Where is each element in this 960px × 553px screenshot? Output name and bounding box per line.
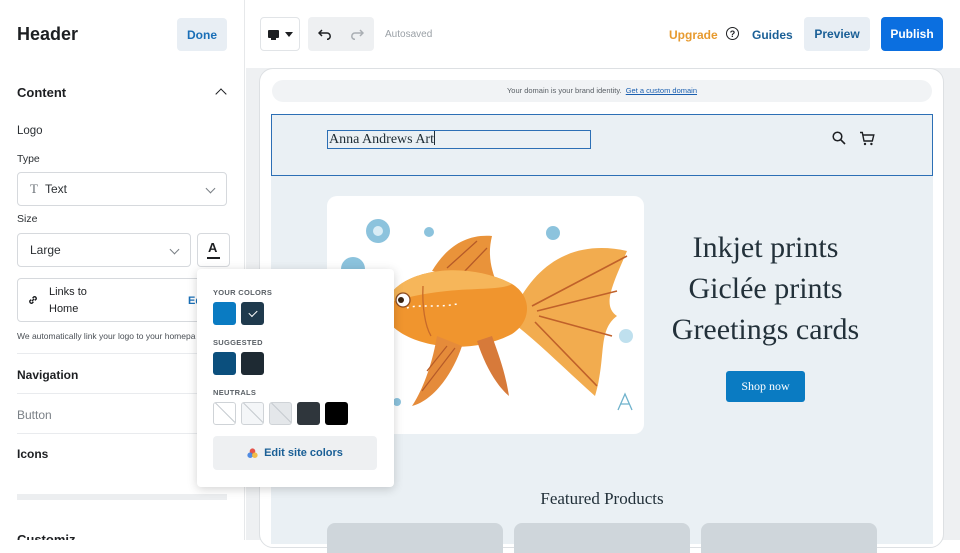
color-swatch[interactable] — [241, 352, 264, 375]
logo-label: Logo — [17, 125, 43, 137]
chevron-down-icon — [205, 183, 216, 194]
done-button[interactable]: Done — [177, 18, 227, 51]
links-to-value: Home — [49, 303, 79, 315]
neutrals-label: NEUTRALS — [213, 388, 257, 397]
customize-section-title[interactable]: Customiz — [17, 532, 76, 540]
hero-line: Inkjet prints — [692, 231, 839, 264]
links-to-label: Links to — [49, 286, 87, 298]
content-section-title: Content — [17, 85, 67, 100]
edit-site-colors-label: Edit site colors — [264, 447, 343, 459]
text-color-icon: A — [208, 240, 218, 255]
domain-banner: Your domain is your brand identity. Get … — [272, 80, 932, 102]
text-color-underline — [207, 257, 220, 259]
color-swatch[interactable] — [269, 402, 292, 425]
text-cursor — [434, 131, 435, 145]
redo-button[interactable] — [342, 19, 372, 49]
custom-domain-link[interactable]: Get a custom domain — [626, 86, 697, 95]
color-swatch-selected[interactable] — [241, 302, 264, 325]
device-toggle[interactable] — [260, 17, 300, 51]
color-swatch[interactable] — [297, 402, 320, 425]
color-picker-popover: YOUR COLORS SUGGESTED NEUTRALS Edit site… — [197, 269, 394, 487]
icons-row[interactable]: Icons — [17, 447, 48, 461]
undo-icon — [318, 29, 331, 40]
desktop-icon — [267, 30, 279, 40]
cart-icon[interactable] — [859, 131, 875, 146]
preview-button[interactable]: Preview — [804, 17, 870, 51]
editor-toolbar: Autosaved Upgrade ? Guides Preview Publi… — [246, 0, 960, 68]
product-card[interactable] — [514, 523, 690, 553]
type-select-value: Text — [44, 182, 67, 196]
autosaved-status: Autosaved — [385, 29, 433, 40]
text-color-button[interactable]: A — [197, 233, 230, 267]
size-select[interactable]: Large — [17, 233, 191, 267]
hero-text[interactable]: Inkjet prints Giclée prints Greetings ca… — [649, 227, 882, 350]
color-swatch[interactable] — [325, 402, 348, 425]
caret-down-icon — [284, 31, 293, 37]
type-label: Type — [17, 153, 40, 165]
chevron-up-icon — [215, 88, 227, 100]
edit-site-colors-button[interactable]: Edit site colors — [213, 436, 377, 470]
featured-products-title: Featured Products — [540, 489, 664, 508]
shop-now-button[interactable]: Shop now — [726, 371, 805, 402]
palette-icon — [247, 447, 258, 458]
search-icon[interactable] — [832, 131, 846, 145]
undo-button[interactable] — [310, 19, 340, 49]
link-icon — [29, 296, 37, 304]
panel-title: Header — [17, 24, 79, 44]
product-card[interactable] — [327, 523, 503, 553]
logo-text: Anna Andrews Art — [329, 132, 434, 147]
color-swatch[interactable] — [213, 352, 236, 375]
size-label: Size — [17, 213, 38, 225]
publish-button[interactable]: Publish — [881, 17, 943, 51]
checkmark-icon — [247, 307, 258, 318]
size-select-value: Large — [30, 243, 61, 257]
navigation-row[interactable]: Navigation — [17, 368, 78, 382]
type-select[interactable]: T Text — [17, 172, 227, 206]
site-header[interactable]: Anna Andrews Art — [271, 114, 933, 176]
redo-icon — [351, 29, 364, 40]
upgrade-link[interactable]: Upgrade — [669, 28, 718, 42]
auto-link-note: We automatically link your logo to your … — [17, 331, 196, 341]
section-separator — [17, 494, 227, 500]
suggested-label: SUGGESTED — [213, 338, 263, 347]
color-swatch[interactable] — [213, 302, 236, 325]
color-swatch[interactable] — [241, 402, 264, 425]
color-swatch[interactable] — [213, 402, 236, 425]
hero-line: Giclée prints — [688, 272, 843, 305]
guides-link[interactable]: Guides — [752, 28, 793, 42]
domain-note: Your domain is your brand identity. — [506, 86, 622, 95]
your-colors-label: YOUR COLORS — [213, 288, 273, 297]
logo-text-box[interactable]: Anna Andrews Art — [327, 130, 591, 149]
help-icon[interactable]: ? — [726, 27, 739, 40]
chevron-down-icon — [169, 244, 180, 255]
product-card[interactable] — [701, 523, 877, 553]
content-section-header[interactable]: Content — [17, 84, 229, 104]
text-type-icon: T — [30, 181, 38, 196]
button-row[interactable]: Button — [17, 408, 52, 422]
hero-line: Greetings cards — [671, 313, 860, 346]
